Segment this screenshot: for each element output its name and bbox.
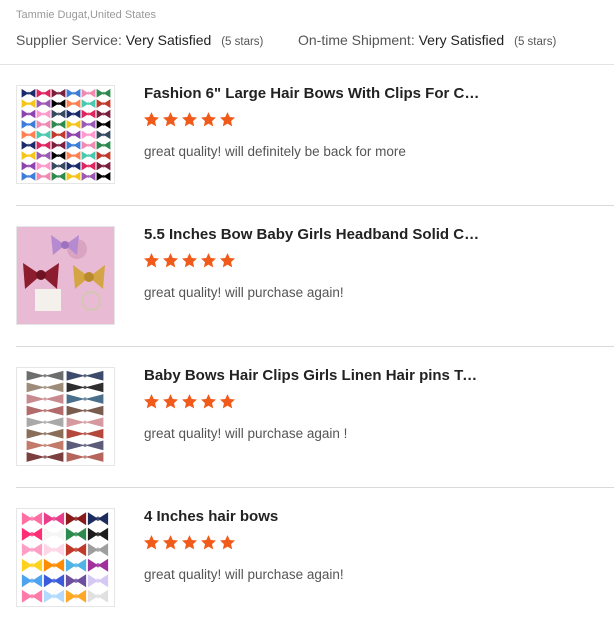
star-icon bbox=[200, 112, 217, 127]
supplier-service-label: Supplier Service: bbox=[16, 32, 122, 48]
product-thumbnail[interactable] bbox=[16, 226, 115, 325]
product-thumbnail[interactable] bbox=[16, 508, 115, 607]
star-icon bbox=[162, 535, 179, 550]
star-rating bbox=[143, 111, 236, 128]
star-icon bbox=[200, 535, 217, 550]
headband-image bbox=[17, 227, 114, 324]
review-header: Tammie Dugat,United States Supplier Serv… bbox=[0, 0, 614, 64]
reviewer-name: Tammie Dugat,United States bbox=[16, 9, 157, 21]
supplier-service-value: Very Satisfied bbox=[125, 32, 212, 48]
star-icon bbox=[162, 112, 179, 127]
review-item: 5.5 Inches Bow Baby Girls Headband Solid… bbox=[0, 206, 614, 347]
supplier-service-rating: Supplier Service: Very Satisfied (5 star… bbox=[16, 32, 263, 48]
star-icon bbox=[200, 394, 217, 409]
on-time-shipment-stars: (5 stars) bbox=[514, 36, 557, 48]
review-item: 4 Inches hair bows great quality! will p… bbox=[0, 488, 614, 629]
bow-grid-image bbox=[21, 88, 111, 181]
review-comment: great quality! will purchase again! bbox=[144, 567, 344, 582]
review-comment: great quality! will purchase again ! bbox=[144, 426, 348, 441]
on-time-shipment-label: On-time Shipment: bbox=[298, 32, 415, 48]
star-rating bbox=[143, 534, 236, 551]
star-rating bbox=[143, 252, 236, 269]
linen-bows-image bbox=[26, 370, 104, 462]
on-time-shipment-value: Very Satisfied bbox=[418, 32, 505, 48]
star-icon bbox=[143, 112, 160, 127]
star-icon bbox=[200, 253, 217, 268]
review-comment: great quality! will definitely be back f… bbox=[144, 144, 406, 159]
bow-grid-image bbox=[21, 512, 109, 603]
review-comment: great quality! will purchase again! bbox=[144, 285, 344, 300]
product-title[interactable]: Fashion 6" Large Hair Bows With Clips Fo… bbox=[144, 85, 484, 102]
star-icon bbox=[219, 253, 236, 268]
supplier-service-stars: (5 stars) bbox=[221, 36, 264, 48]
on-time-shipment-rating: On-time Shipment: Very Satisfied (5 star… bbox=[298, 32, 556, 48]
product-title[interactable]: 4 Inches hair bows bbox=[144, 508, 484, 525]
star-icon bbox=[181, 112, 198, 127]
star-icon bbox=[143, 535, 160, 550]
star-icon bbox=[181, 535, 198, 550]
star-icon bbox=[143, 394, 160, 409]
star-icon bbox=[219, 535, 236, 550]
star-icon bbox=[181, 253, 198, 268]
star-icon bbox=[219, 112, 236, 127]
review-item: Baby Bows Hair Clips Girls Linen Hair pi… bbox=[0, 347, 614, 488]
star-icon bbox=[162, 394, 179, 409]
review-item: Fashion 6" Large Hair Bows With Clips Fo… bbox=[0, 65, 614, 206]
product-thumbnail[interactable] bbox=[16, 85, 115, 184]
product-title[interactable]: Baby Bows Hair Clips Girls Linen Hair pi… bbox=[144, 367, 484, 384]
star-icon bbox=[143, 253, 160, 268]
star-rating bbox=[143, 393, 236, 410]
star-icon bbox=[219, 394, 236, 409]
star-icon bbox=[162, 253, 179, 268]
product-thumbnail[interactable] bbox=[16, 367, 115, 466]
star-icon bbox=[181, 394, 198, 409]
product-title[interactable]: 5.5 Inches Bow Baby Girls Headband Solid… bbox=[144, 226, 484, 243]
